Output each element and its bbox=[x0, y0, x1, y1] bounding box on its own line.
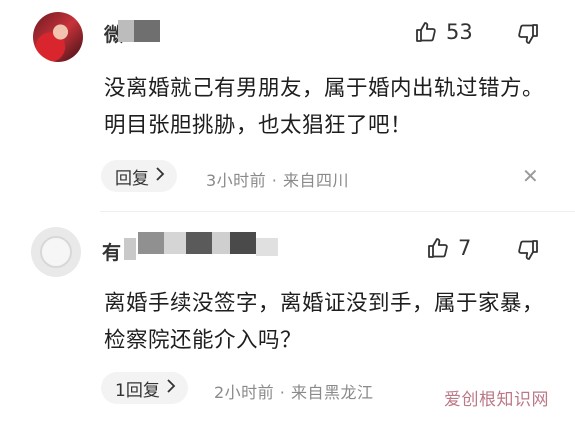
avatar[interactable] bbox=[31, 227, 81, 277]
reply-label: 1回复 bbox=[115, 380, 160, 401]
divider bbox=[100, 211, 575, 212]
thumbs-down-icon[interactable] bbox=[516, 238, 540, 262]
avatar[interactable] bbox=[33, 12, 83, 62]
chevron-right-icon bbox=[166, 378, 176, 398]
comment-meta: 2小时前 · 来自黑龙江 bbox=[214, 383, 374, 402]
thumbs-up-icon bbox=[414, 20, 438, 44]
redaction-block bbox=[256, 238, 278, 256]
like-button[interactable]: 53 bbox=[414, 20, 473, 44]
thumbs-down-icon[interactable] bbox=[516, 22, 540, 46]
like-count: 53 bbox=[446, 20, 473, 44]
redaction-block bbox=[134, 20, 160, 42]
username[interactable]: 有 bbox=[102, 238, 122, 265]
redaction-block bbox=[164, 232, 186, 254]
reply-label: 回复 bbox=[115, 168, 149, 189]
comment-meta: 3小时前 · 来自四川 bbox=[206, 171, 349, 190]
close-icon[interactable]: ✕ bbox=[522, 164, 539, 188]
redaction-block bbox=[124, 238, 136, 260]
watermark: 爱创根知识网 bbox=[444, 390, 549, 410]
reply-button[interactable]: 回复 bbox=[101, 160, 177, 192]
like-count: 7 bbox=[458, 236, 472, 260]
comment-text: 没离婚就己有男朋友，属于婚内出轨过错方。明目张胆挑胁，也太猖狂了吧！ bbox=[104, 76, 545, 138]
redaction-block bbox=[138, 232, 164, 254]
redaction-block bbox=[186, 232, 212, 254]
reply-button[interactable]: 1回复 bbox=[101, 372, 188, 404]
thumbs-up-icon bbox=[426, 236, 450, 260]
redaction-block bbox=[230, 232, 256, 254]
comment-text: 离婚手续没签字，离婚证没到手，属于家暴，检察院还能介入吗？ bbox=[104, 291, 545, 353]
like-button[interactable]: 7 bbox=[426, 236, 471, 260]
chevron-right-icon bbox=[155, 166, 165, 186]
redaction-block bbox=[212, 232, 230, 254]
redaction-block bbox=[118, 20, 134, 42]
